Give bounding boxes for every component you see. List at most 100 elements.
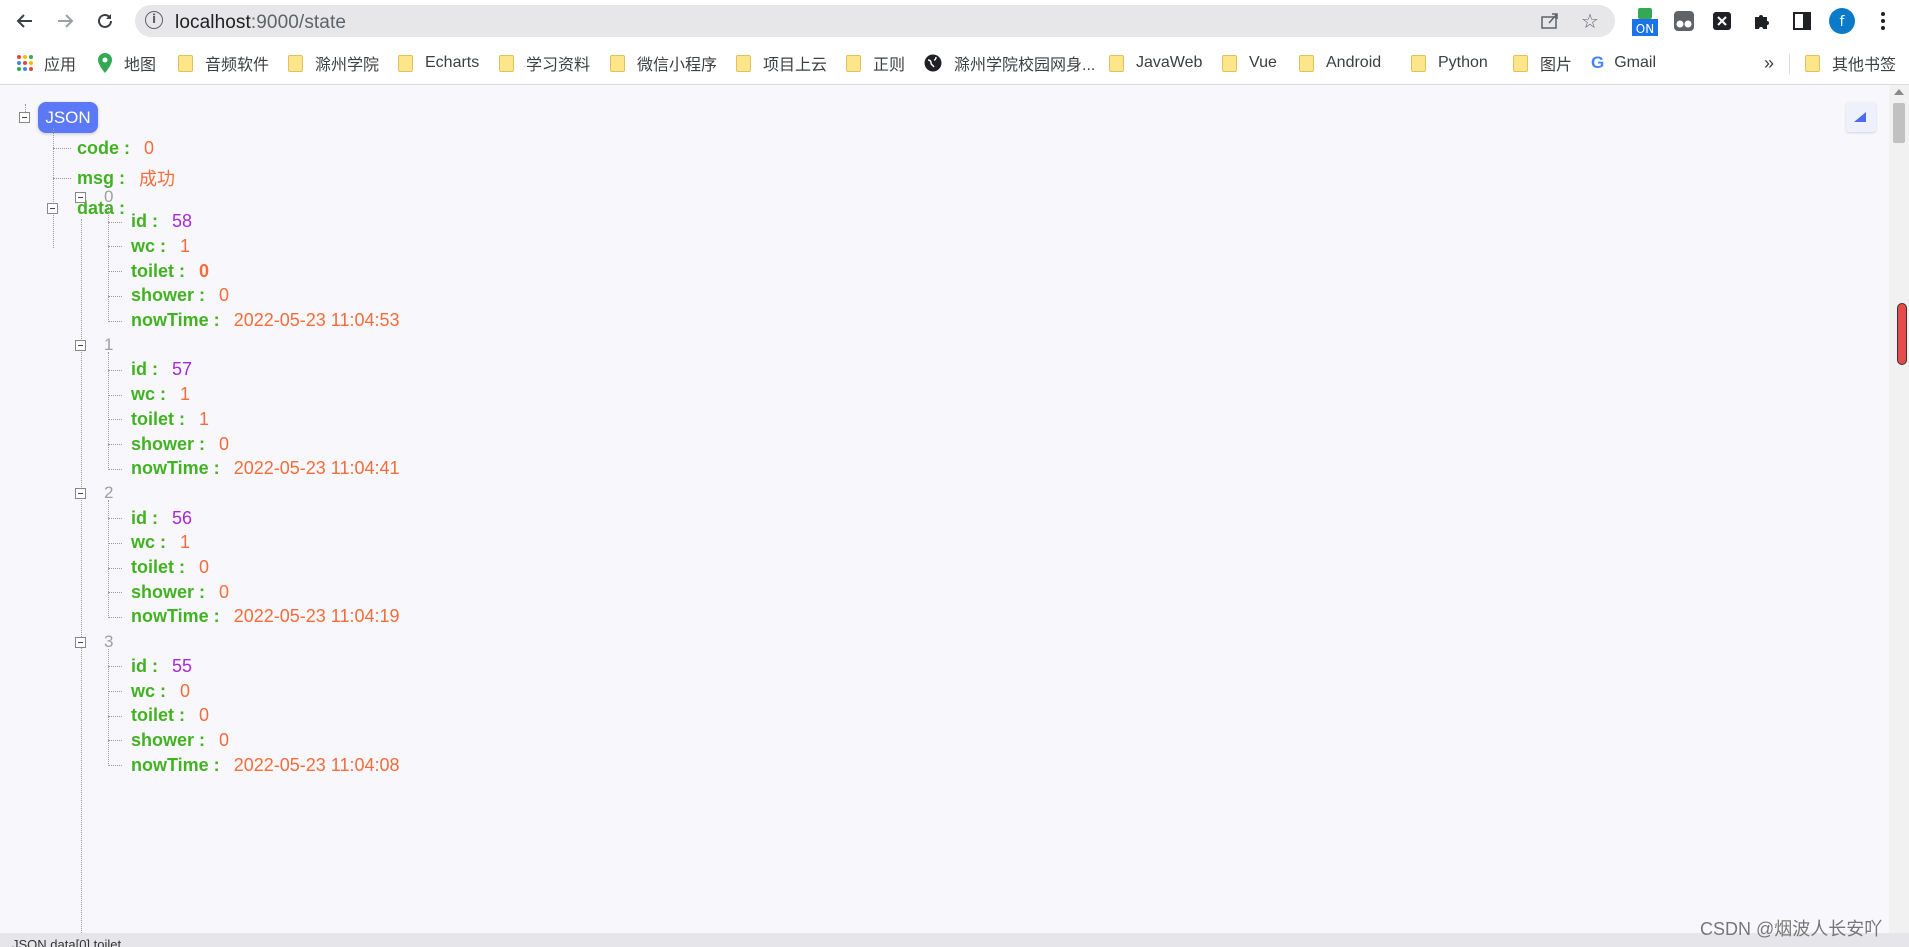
bookmark-label: Echarts xyxy=(425,54,480,71)
json-row-wc[interactable]: wc : 1 xyxy=(131,233,190,259)
tree-line xyxy=(53,178,71,179)
json-row-msg[interactable]: msg : 成功 xyxy=(77,165,175,191)
json-badge-label: JSON xyxy=(45,107,91,127)
bookmark-label: 应用 xyxy=(44,57,77,74)
bookmark-gmail[interactable]: G Gmail xyxy=(1591,52,1656,74)
json-row-toilet[interactable]: toilet : 0 xyxy=(131,555,209,581)
collapse-record-toggle[interactable] xyxy=(75,488,86,500)
extension-x-icon[interactable] xyxy=(1710,9,1734,33)
tree-line xyxy=(108,246,122,248)
bookmark-other[interactable]: 其他书签 xyxy=(1805,52,1896,74)
tree-line xyxy=(108,394,122,396)
bookmark-folder-8[interactable]: JavaWeb xyxy=(1109,52,1202,74)
side-panel-icon[interactable] xyxy=(1790,9,1814,33)
folder-icon xyxy=(1222,54,1237,72)
reload-button[interactable] xyxy=(92,8,118,34)
json-row-id[interactable]: id : 56 xyxy=(131,505,192,531)
tree-line xyxy=(108,616,122,618)
bookmark-folder-1[interactable]: 滁州学院 xyxy=(288,52,379,74)
json-row-shower[interactable]: shower : 0 xyxy=(131,579,229,605)
tree-line xyxy=(108,221,122,223)
json-row-toilet[interactable]: toilet : 0 xyxy=(131,703,209,729)
collapse-record-toggle[interactable] xyxy=(75,636,86,648)
collapse-record-toggle[interactable] xyxy=(75,340,86,352)
json-row-wc[interactable]: wc : 1 xyxy=(131,382,190,408)
json-row-toilet[interactable]: toilet : 1 xyxy=(131,406,209,432)
json-key: nowTime : xyxy=(131,606,220,627)
collapse-root-toggle[interactable] xyxy=(19,112,30,123)
bookmark-label: 其他书签 xyxy=(1832,57,1897,74)
profile-avatar[interactable]: f xyxy=(1828,7,1856,35)
bookmark-label: 地图 xyxy=(124,57,157,74)
bookmark-apps[interactable]: 应用 xyxy=(16,52,76,74)
json-key: toilet : xyxy=(131,557,185,577)
back-button[interactable] xyxy=(12,8,38,34)
json-row-shower[interactable]: shower : 0 xyxy=(131,431,229,457)
json-row-shower[interactable]: shower : 0 xyxy=(131,727,229,753)
bookmark-label: 正则 xyxy=(873,57,906,74)
forward-button[interactable] xyxy=(52,8,78,34)
json-key: toilet : xyxy=(131,260,185,281)
extension-on-icon[interactable]: ON xyxy=(1632,8,1658,36)
bookmark-label: Python xyxy=(1438,54,1488,71)
json-value: 1 xyxy=(199,408,210,429)
bookmark-star-icon[interactable]: ☆ xyxy=(1581,9,1599,33)
folder-icon xyxy=(288,54,303,72)
extension-tampermonkey-icon[interactable] xyxy=(1672,9,1696,33)
bookmark-folder-9[interactable]: Vue xyxy=(1222,52,1277,74)
json-value: 0 xyxy=(199,260,210,281)
json-row-shower[interactable]: shower : 0 xyxy=(131,283,229,309)
json-value: 1 xyxy=(180,532,191,553)
browser-menu-icon[interactable] xyxy=(1871,9,1895,33)
bookmark-folder-12[interactable]: 图片 xyxy=(1513,52,1572,74)
json-key: id : xyxy=(131,655,158,676)
json-value: 57 xyxy=(172,359,193,380)
share-icon[interactable] xyxy=(1540,12,1560,35)
bookmark-folder-2[interactable]: Echarts xyxy=(398,52,479,74)
json-row-nowTime[interactable]: nowTime : 2022-05-23 11:04:53 xyxy=(131,308,400,334)
folder-icon xyxy=(1411,54,1426,72)
bookmarks-overflow-button[interactable]: » xyxy=(1764,52,1774,74)
site-info-icon[interactable]: i xyxy=(145,11,163,29)
bookmark-folder-5[interactable]: 项目上云 xyxy=(736,52,827,74)
collapse-record-toggle[interactable] xyxy=(75,192,86,203)
json-row-wc[interactable]: wc : 0 xyxy=(131,678,190,704)
json-value: 成功 xyxy=(139,169,176,189)
bookmark-folder-6[interactable]: 正则 xyxy=(846,52,905,74)
bookmark-folder-10[interactable]: Android xyxy=(1299,52,1381,74)
json-value: 2022-05-23 11:04:08 xyxy=(233,754,400,775)
reload-icon xyxy=(98,13,112,28)
json-value: 0 xyxy=(219,433,230,454)
scroll-up-icon[interactable] xyxy=(1894,89,1904,95)
bookmark-label: 微信小程序 xyxy=(637,57,718,74)
json-root-badge[interactable]: JSON xyxy=(38,102,98,133)
address-bar[interactable]: i localhost:9000/state ☆ xyxy=(135,5,1615,37)
json-row-id[interactable]: id : 57 xyxy=(131,357,192,383)
json-row-id[interactable]: id : 58 xyxy=(131,209,192,235)
bookmark-folder-4[interactable]: 微信小程序 xyxy=(610,52,717,74)
json-row-toilet[interactable]: toilet : 0 xyxy=(131,258,209,284)
bookmark-link-7[interactable]: 滁州学院校园网身... xyxy=(924,52,1095,74)
json-row-code[interactable]: code : 0 xyxy=(77,135,154,161)
viewer-toggle-button[interactable] xyxy=(1846,102,1876,132)
url-text[interactable]: localhost:9000/state xyxy=(175,12,346,34)
json-value: 0 xyxy=(199,705,210,726)
json-key: wc : xyxy=(131,532,167,553)
bookmark-folder-11[interactable]: Python xyxy=(1411,52,1488,74)
collapse-data-toggle[interactable] xyxy=(47,203,58,214)
json-row-nowTime[interactable]: nowTime : 2022-05-23 11:04:41 xyxy=(131,456,400,482)
extensions-puzzle-icon[interactable] xyxy=(1750,9,1774,33)
tree-line xyxy=(108,740,122,742)
tree-line xyxy=(108,320,122,322)
json-value: 2022-05-23 11:04:41 xyxy=(233,458,400,479)
bookmark-folder-0[interactable]: 音频软件 xyxy=(178,52,269,74)
vertical-scrollbar[interactable] xyxy=(1889,85,1909,933)
json-row-nowTime[interactable]: nowTime : 2022-05-23 11:04:19 xyxy=(131,604,400,630)
bookmark-maps[interactable]: 地图 xyxy=(98,52,156,74)
bookmark-folder-3[interactable]: 学习资料 xyxy=(499,52,590,74)
json-value: 2022-05-23 11:04:19 xyxy=(233,606,400,627)
json-row-nowTime[interactable]: nowTime : 2022-05-23 11:04:08 xyxy=(131,752,400,778)
scrollbar-thumb[interactable] xyxy=(1893,103,1905,143)
json-row-wc[interactable]: wc : 1 xyxy=(131,530,190,556)
json-row-id[interactable]: id : 55 xyxy=(131,653,192,679)
